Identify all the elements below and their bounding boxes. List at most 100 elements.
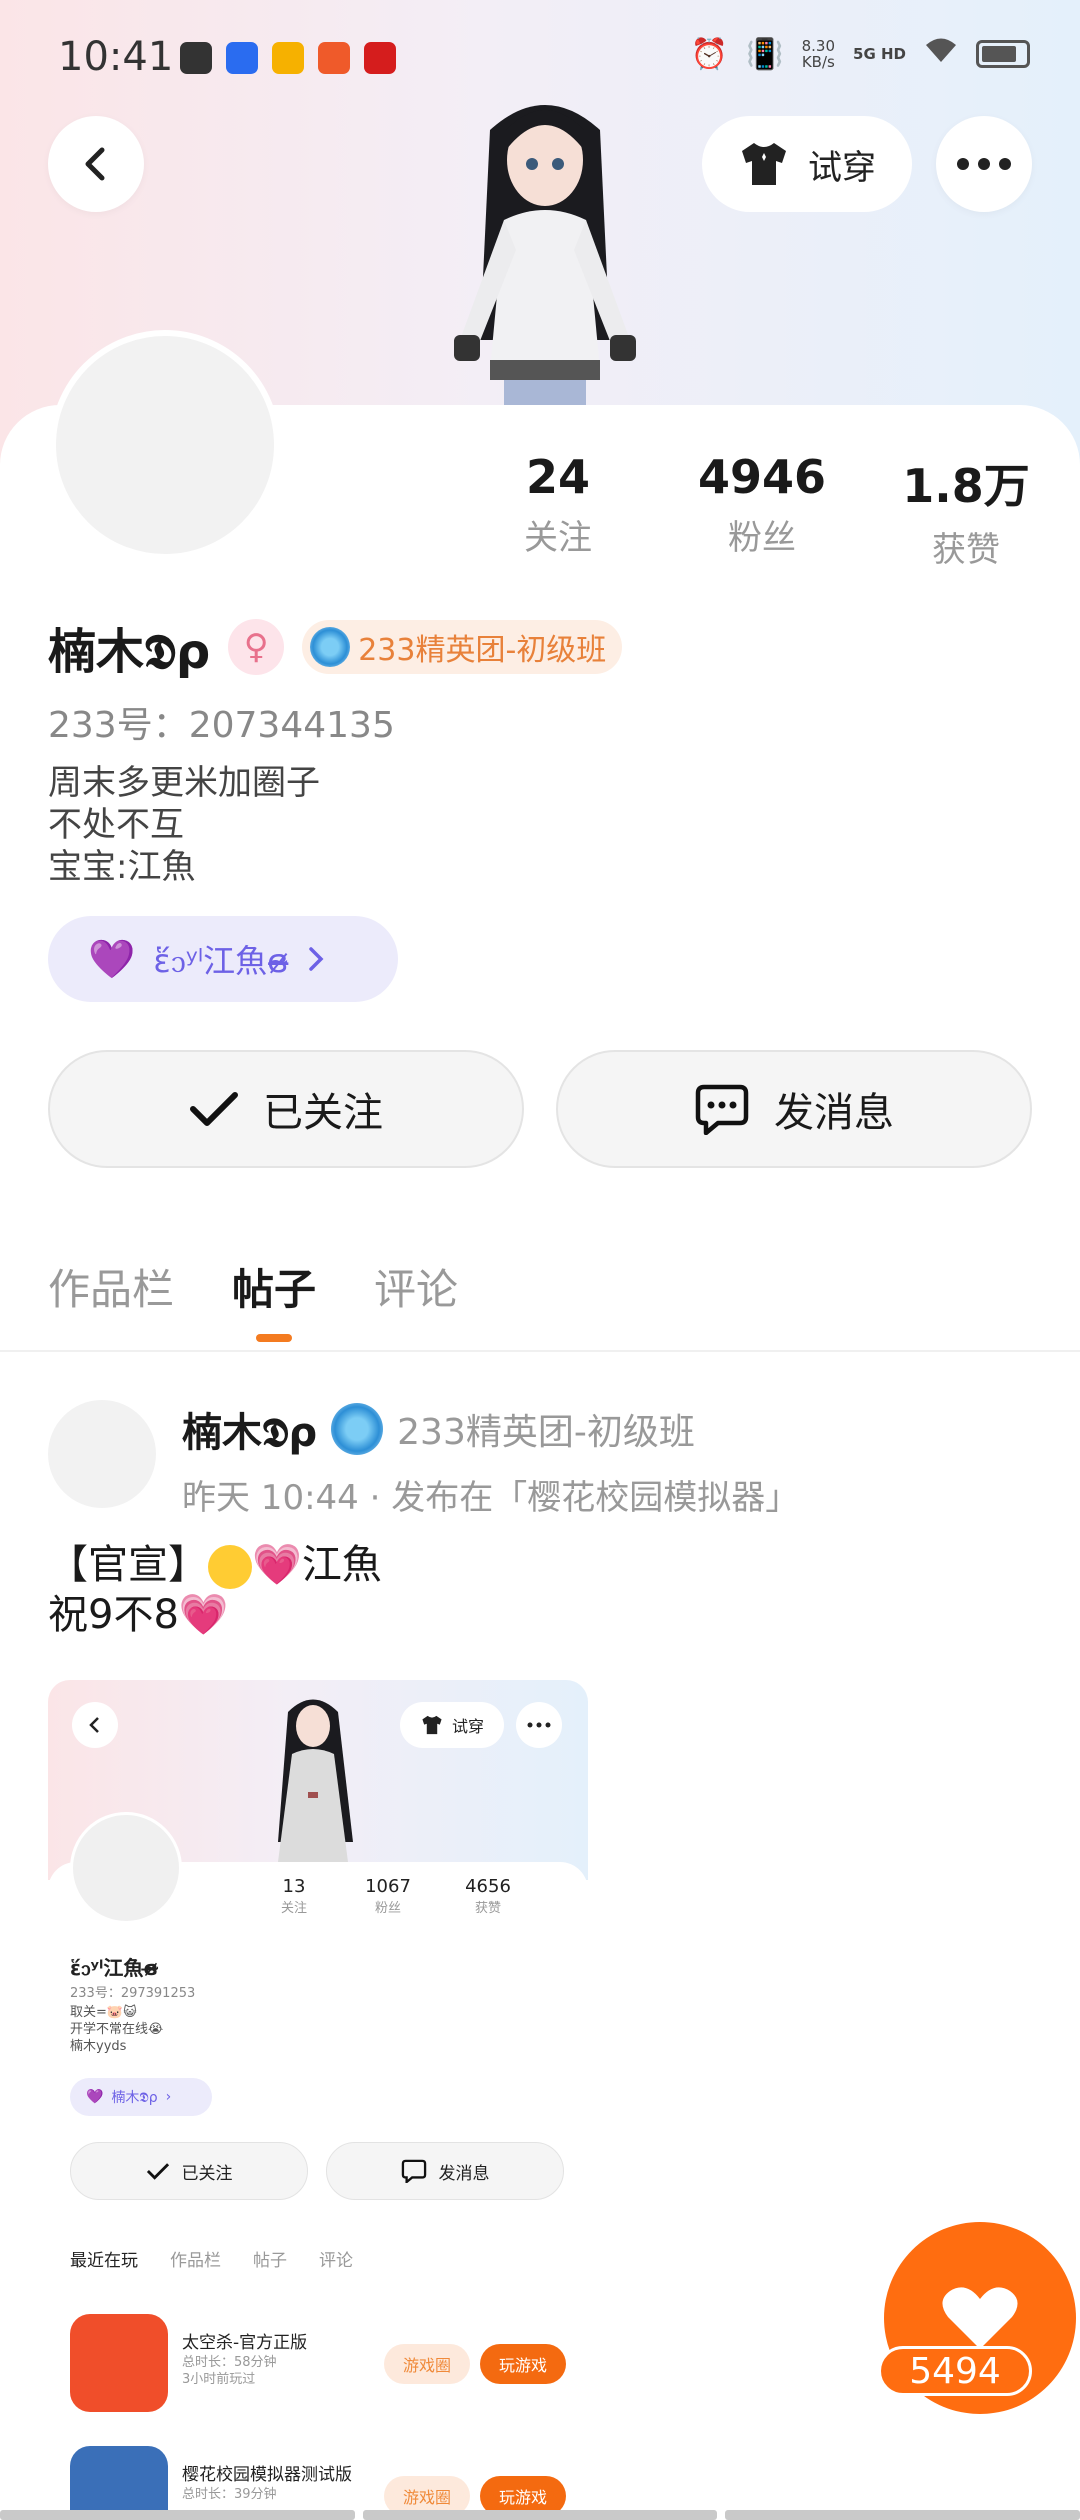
- stat-following[interactable]: 24 关注: [458, 450, 658, 559]
- double-heart-icon: 💜: [88, 936, 136, 981]
- chevron-right-icon: [309, 947, 324, 971]
- profile-name: 楠木𝕯ρ: [48, 624, 211, 680]
- post-author-name[interactable]: 楠木𝕯ρ: [182, 1400, 317, 1458]
- back-button[interactable]: [48, 116, 144, 212]
- double-heart-icon: 💜: [86, 2089, 104, 2105]
- embedded-tab-posts: 帖子: [253, 2251, 287, 2271]
- embedded-stat-label: 粉丝: [374, 1901, 401, 1916]
- wifi-icon: [924, 36, 958, 72]
- embedded-avatar: [70, 1812, 182, 1924]
- embedded-user-id: 233号：297391253: [70, 1986, 196, 2001]
- post-line-1: 【官宣】 💗江魚: [48, 1540, 382, 1590]
- like-count: 5494: [878, 2346, 1032, 2396]
- post-line-2: 祝9不8💗: [48, 1590, 382, 1640]
- bio-line: 周末多更米加圈子: [48, 763, 320, 803]
- bottom-gesture-bar: [0, 2510, 1080, 2520]
- follow-button-label: 已关注: [263, 1090, 383, 1136]
- system-indicators: ⏰ 📳 8.30 KB/s 5G HD: [691, 36, 1030, 72]
- embedded-follow-label: 已关注: [181, 2163, 233, 2184]
- tab-posts[interactable]: 帖子: [232, 1256, 316, 1317]
- tab-works[interactable]: 作品栏: [48, 1256, 174, 1317]
- stat-fans[interactable]: 4946 粉丝: [662, 450, 862, 559]
- follow-button[interactable]: 已关注: [48, 1050, 524, 1168]
- bio-line: 不处不互: [48, 805, 184, 845]
- pink-heart-icon: 💗: [252, 1542, 302, 1588]
- post-image[interactable]: 试穿 13 关注 1067 粉丝 4656 获赞 ἕ᧑ʸˡ江魚ɞ̴̶̷ 233号…: [48, 1680, 588, 2520]
- net-speed: 8.30 KB/s: [802, 38, 835, 70]
- embedded-game-play-tag: 玩游戏: [480, 2344, 566, 2384]
- stat-likes[interactable]: 1.8万 获赞: [866, 450, 1066, 571]
- profile-name-row: 楠木𝕯ρ ♀ 233精英团-初级班: [48, 612, 623, 682]
- sakura-school-game-icon: [70, 2446, 168, 2520]
- vibrate-icon: 📳: [746, 36, 784, 72]
- embedded-tab-comments: 评论: [319, 2251, 353, 2271]
- rank-badge-label: 233精英团-初级班: [358, 633, 607, 668]
- more-button[interactable]: [936, 116, 1032, 212]
- rank-badge[interactable]: 233精英团-初级班: [302, 620, 623, 674]
- weibo-app-icon: [272, 42, 304, 74]
- embedded-tab-recent: 最近在玩: [70, 2251, 138, 2271]
- tabs-divider: [0, 1350, 1080, 1352]
- embedded-game-sub: 总时长：39分钟: [182, 2486, 277, 2503]
- embedded-stat-value: 13: [282, 1876, 306, 1897]
- embedded-stat-label: 获赞: [474, 1901, 501, 1916]
- gesture-bar-segment: [362, 2510, 718, 2520]
- embedded-game-title: 太空杀-官方正版: [182, 2333, 308, 2353]
- chat-bubble-icon: [695, 1084, 749, 1135]
- tv-app-icon: [180, 42, 212, 74]
- stat-following-value: 24: [525, 450, 590, 504]
- chevron-left-icon: [89, 1717, 99, 1733]
- embedded-stat-fans: 1067 粉丝: [348, 1876, 428, 1916]
- stat-fans-label: 粉丝: [728, 518, 796, 558]
- tab-comments[interactable]: 评论: [374, 1256, 458, 1317]
- embedded-cp-chip: 💜 楠木𝕯ρ ›: [70, 2078, 212, 2116]
- bio-line: 宝宝:江魚: [48, 847, 196, 887]
- embedded-tab-works: 作品栏: [170, 2251, 221, 2271]
- chat-bubble-icon: [401, 2159, 426, 2183]
- post-header: 楠木𝕯ρ 233精英团-初级班: [182, 1400, 695, 1458]
- alarm-icon: ⏰: [690, 36, 729, 72]
- battery-icon: [976, 40, 1030, 68]
- among-us-game-icon: [70, 2314, 168, 2412]
- embedded-message-label: 发消息: [438, 2163, 490, 2184]
- post-author-avatar[interactable]: [48, 1400, 156, 1508]
- post-text[interactable]: 【官宣】 💗江魚 祝9不8💗: [48, 1540, 382, 1640]
- embedded-message-button: 发消息: [326, 2142, 564, 2200]
- embedded-bio-line: 楠木yyds: [70, 2039, 127, 2054]
- pink-heart-icon: 💗: [178, 1592, 229, 1638]
- message-button[interactable]: 发消息: [556, 1050, 1032, 1168]
- embedded-game-title: 樱花校园模拟器测试版: [182, 2465, 352, 2485]
- embedded-stat-following: 13 关注: [254, 1876, 334, 1916]
- chevron-right-icon: ›: [165, 2089, 172, 2105]
- embedded-stat-value: 4656: [465, 1876, 511, 1897]
- user-id: 233号：207344135: [48, 705, 395, 746]
- net-speed-unit: KB/s: [801, 53, 835, 71]
- embedded-bio-line: 取关=🐷😺: [70, 2005, 137, 2020]
- check-icon: [146, 2163, 169, 2180]
- embedded-tabs: 最近在玩 作品栏 帖子 评论: [70, 2246, 353, 2271]
- post-meta[interactable]: 昨天 10:44 · 发布在「樱花校园模拟器」: [182, 1470, 799, 1519]
- gesture-bar-segment: [725, 2510, 1080, 2520]
- embedded-game-duration: 总时长：58分钟: [182, 2355, 277, 2370]
- embedded-character-image: [278, 1699, 353, 1862]
- rank-medal-icon: [331, 1403, 384, 1455]
- embedded-game-row: 樱花校园模拟器测试版 总时长：39分钟 游戏圈 玩游戏: [70, 2446, 570, 2520]
- embedded-follow-button: 已关注: [70, 2142, 308, 2200]
- cp-partner-chip[interactable]: 💜 ἕ᧑ʸˡ江魚ɞ̴̶̷: [48, 916, 398, 1002]
- game-app-icon: [318, 42, 350, 74]
- cp-partner-name: ἕ᧑ʸˡ江魚ɞ̴̶̷: [153, 942, 289, 980]
- stat-likes-value: 1.8万: [902, 459, 1030, 513]
- news-app-icon: [364, 42, 396, 74]
- female-gender-icon: ♀: [228, 619, 285, 675]
- embedded-game-duration: 总时长：39分钟: [182, 2487, 277, 2502]
- embedded-bio-line: 开学不常在线😭: [70, 2022, 164, 2037]
- embedded-back-button: [72, 1702, 118, 1748]
- chevron-left-icon: [85, 147, 105, 181]
- profile-bio: 周末多更米加圈子 不处不互 宝宝:江魚: [48, 762, 320, 888]
- gesture-bar-segment: [0, 2510, 355, 2520]
- shirt-icon: [422, 1715, 442, 1735]
- embedded-profile-name: ἕ᧑ʸˡ江魚ɞ̴̶̷: [70, 1956, 158, 1980]
- profile-avatar[interactable]: [50, 330, 280, 560]
- shocked-emoji-icon: [208, 1545, 252, 1589]
- try-on-button[interactable]: 试穿: [702, 116, 912, 212]
